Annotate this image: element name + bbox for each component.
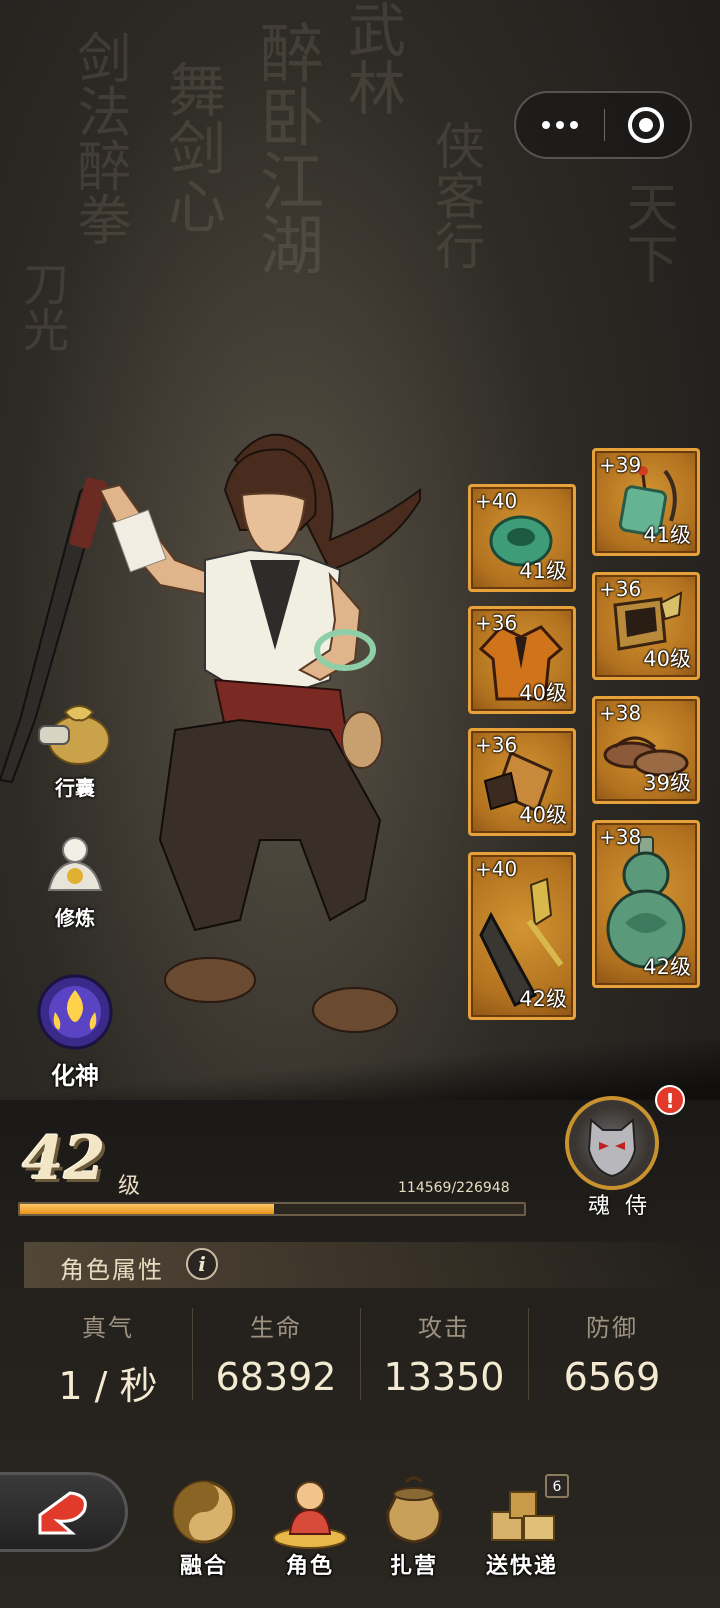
nav-label: 角色 <box>285 1554 334 1579</box>
attribute-stats: 真气 1 / 秒 生命 68392 攻击 13350 防御 6569 <box>24 1306 696 1408</box>
item-level: 40级 <box>519 803 567 827</box>
enhance-level: +40 <box>475 489 518 513</box>
side-item-transform[interactable]: 化神 <box>30 972 120 1091</box>
bag-icon <box>38 705 110 765</box>
nav-label: 送快递 <box>485 1554 558 1579</box>
player-level: 42 <box>22 1124 106 1194</box>
enhance-level: +36 <box>475 733 518 757</box>
item-level: 42级 <box>519 987 567 1011</box>
stat-attack: 攻击 13350 <box>360 1306 528 1402</box>
nav-label: 扎营 <box>389 1554 438 1579</box>
item-level: 39级 <box>643 771 691 795</box>
enhance-level: +39 <box>599 453 642 477</box>
capsule-menu <box>514 91 692 159</box>
equip-slot-bracer[interactable]: +36 40级 <box>468 728 576 836</box>
xp-text: 114569/226948 <box>398 1180 510 1196</box>
nav-fusion[interactable]: 融合 <box>156 1472 252 1582</box>
equip-slot-sandals[interactable]: +38 39级 <box>592 696 700 804</box>
stat-value: 1 / 秒 <box>58 1364 158 1408</box>
enhance-level: +38 <box>599 701 642 725</box>
transform-spirit-icon <box>37 974 113 1050</box>
fusion-icon <box>172 1480 236 1544</box>
stat-name: 防御 <box>586 1314 638 1342</box>
mask-icon <box>587 1117 637 1178</box>
enhance-level: +38 <box>599 825 642 849</box>
attributes-header: 角色属性 i <box>24 1242 696 1288</box>
side-item-label: 化神 <box>51 1062 99 1090</box>
soul-guard-label: 魂 侍 <box>588 1194 651 1219</box>
equip-slot-robe[interactable]: +36 40级 <box>468 606 576 714</box>
item-level: 42级 <box>643 955 691 979</box>
equip-slot-belt[interactable]: +36 40级 <box>592 572 700 680</box>
nav-label: 融合 <box>179 1554 228 1579</box>
target-circle-icon[interactable] <box>628 107 664 143</box>
delivery-count-badge: 6 <box>545 1474 569 1498</box>
equip-slot-weapon[interactable]: +40 42级 <box>468 852 576 1020</box>
stat-defense: 防御 6569 <box>528 1306 696 1402</box>
side-item-label: 行囊 <box>55 776 95 800</box>
side-item-bag[interactable]: 行囊 <box>30 698 120 801</box>
xp-bar-fill <box>20 1204 275 1214</box>
side-item-cultivate[interactable]: 修炼 <box>30 828 120 931</box>
item-level: 40级 <box>643 647 691 671</box>
enhance-level: +36 <box>475 611 518 635</box>
back-button[interactable] <box>0 1472 128 1552</box>
stat-hp: 生命 68392 <box>192 1306 360 1402</box>
nav-character[interactable]: 角色 <box>262 1472 358 1582</box>
equip-slot-ring[interactable]: +40 41级 <box>468 484 576 592</box>
item-level: 41级 <box>643 523 691 547</box>
back-arrow-icon <box>38 1491 87 1535</box>
item-level: 41级 <box>519 559 567 583</box>
stat-value: 68392 <box>215 1355 337 1399</box>
soul-guard-button[interactable] <box>565 1096 659 1190</box>
cultivate-icon <box>47 837 103 891</box>
stat-qi: 真气 1 / 秒 <box>24 1306 192 1408</box>
character-icon <box>273 1481 347 1549</box>
attributes-title: 角色属性 <box>60 1256 164 1284</box>
soul-guard-alert-badge: ! <box>655 1085 685 1115</box>
item-level: 40级 <box>519 681 567 705</box>
capsule-divider <box>604 109 605 141</box>
enhance-level: +40 <box>475 857 518 881</box>
xp-bar <box>18 1202 526 1216</box>
info-icon[interactable]: i <box>186 1248 218 1280</box>
nav-camp[interactable]: 扎营 <box>366 1472 462 1582</box>
side-item-label: 修炼 <box>55 906 95 930</box>
stat-name: 攻击 <box>418 1314 470 1342</box>
stat-name: 真气 <box>82 1314 134 1342</box>
more-dots-icon[interactable] <box>516 93 604 157</box>
equip-slot-gourd[interactable]: +38 42级 <box>592 820 700 988</box>
level-unit: 级 <box>118 1174 141 1199</box>
enhance-level: +36 <box>599 577 642 601</box>
stat-name: 生命 <box>250 1314 302 1342</box>
stat-value: 6569 <box>563 1355 661 1399</box>
stat-value: 13350 <box>383 1355 505 1399</box>
equip-slot-pendant[interactable]: +39 41级 <box>592 448 700 556</box>
camp-icon <box>386 1476 442 1544</box>
